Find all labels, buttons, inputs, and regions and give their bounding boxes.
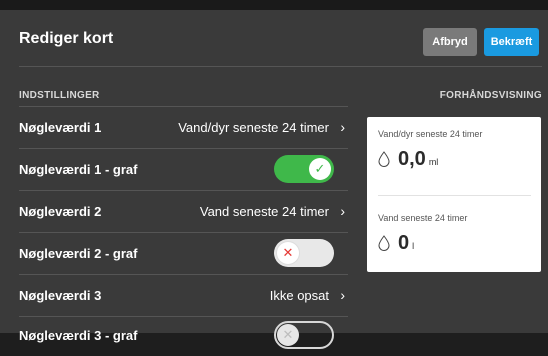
row-label: Nøgleværdi 2 - graf bbox=[19, 246, 138, 261]
setting-row-key-value-2[interactable]: Nøgleværdi 2 Vand seneste 24 timer › bbox=[19, 191, 348, 233]
row-label: Nøgleværdi 2 bbox=[19, 204, 102, 219]
setting-row-key-value-1[interactable]: Nøgleværdi 1 Vand/dyr seneste 24 timer › bbox=[19, 107, 348, 149]
preview-value-row: 0 l bbox=[378, 232, 414, 255]
water-drop-icon bbox=[378, 235, 390, 251]
setting-row-key-value-2-graph: Nøgleværdi 2 - graf ✕ bbox=[19, 233, 348, 275]
chevron-right-icon[interactable]: › bbox=[340, 287, 345, 303]
preview-card: Vand/dyr seneste 24 timer 0,0 ml Vand se… bbox=[367, 117, 541, 272]
dialog-header: Rediger kort Afbryd Bekræft bbox=[0, 10, 548, 66]
header-divider bbox=[19, 66, 542, 67]
graph-2-toggle[interactable]: ✕ bbox=[274, 239, 334, 267]
chevron-right-icon[interactable]: › bbox=[340, 119, 345, 135]
setting-row-key-value-1-graph: Nøgleværdi 1 - graf ✓ bbox=[19, 149, 348, 191]
preview-unit: l bbox=[412, 241, 415, 251]
close-icon: ✕ bbox=[277, 242, 299, 264]
preview-value: 0 bbox=[398, 232, 410, 254]
graph-3-toggle[interactable]: ✕ bbox=[274, 321, 334, 349]
preview-label: Vand seneste 24 timer bbox=[378, 213, 468, 223]
preview-label: Vand/dyr seneste 24 timer bbox=[378, 129, 483, 139]
key-value-1-select[interactable]: Vand/dyr seneste 24 timer bbox=[178, 120, 329, 135]
cancel-button[interactable]: Afbryd bbox=[423, 28, 477, 56]
settings-heading: INDSTILLINGER bbox=[19, 90, 100, 101]
preview-unit: ml bbox=[428, 157, 439, 167]
close-icon: ✕ bbox=[277, 324, 299, 346]
row-label: Nøgleværdi 1 - graf bbox=[19, 162, 138, 177]
top-strip bbox=[0, 0, 548, 10]
row-label: Nøgleværdi 1 bbox=[19, 120, 102, 135]
setting-row-key-value-3[interactable]: Nøgleværdi 3 Ikke opsat › bbox=[19, 275, 348, 317]
water-drop-icon bbox=[378, 151, 390, 167]
preview-divider bbox=[378, 195, 531, 196]
preview-heading: FORHÅNDSVISNING bbox=[439, 90, 542, 101]
graph-1-toggle[interactable]: ✓ bbox=[274, 155, 334, 183]
key-value-2-select[interactable]: Vand seneste 24 timer bbox=[200, 204, 329, 219]
dialog-title: Rediger kort bbox=[19, 30, 114, 47]
row-label: Nøgleværdi 3 - graf bbox=[19, 328, 138, 343]
row-label: Nøgleværdi 3 bbox=[19, 288, 102, 303]
check-icon: ✓ bbox=[309, 158, 331, 180]
chevron-right-icon[interactable]: › bbox=[340, 203, 345, 219]
confirm-button[interactable]: Bekræft bbox=[484, 28, 539, 56]
preview-value: 0,0 bbox=[398, 148, 426, 170]
setting-row-key-value-3-graph: Nøgleværdi 3 - graf ✕ bbox=[19, 315, 348, 356]
preview-value-row: 0,0 ml bbox=[378, 148, 438, 171]
key-value-3-select[interactable]: Ikke opsat bbox=[270, 288, 329, 303]
